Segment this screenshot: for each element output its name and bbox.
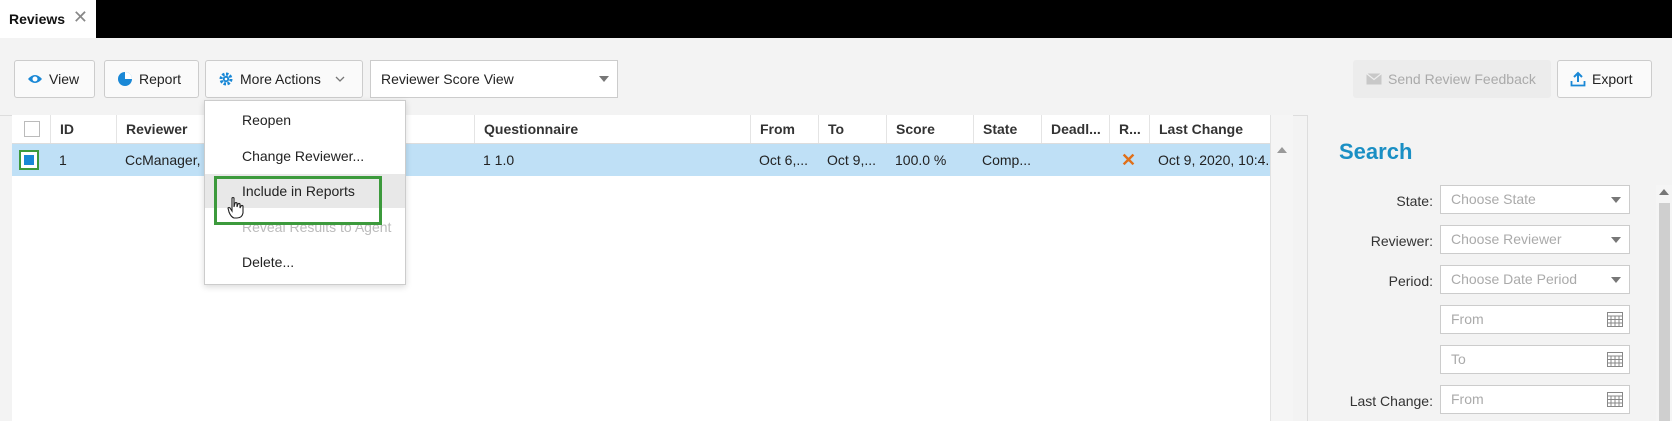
table-scrollbar[interactable] xyxy=(1270,115,1293,421)
last-change-label: Last Change: xyxy=(1349,393,1433,409)
period-to-placeholder: To xyxy=(1451,351,1466,367)
dropdown-caret-icon xyxy=(599,76,609,82)
select-all-checkbox[interactable] xyxy=(24,121,40,137)
cell-score: 100.0 % xyxy=(895,152,947,168)
cell-to: Oct 9,... xyxy=(827,152,877,168)
close-x-icon: ✕ xyxy=(1121,150,1137,170)
column-header-to[interactable]: To xyxy=(818,115,886,143)
dropdown-caret-icon xyxy=(1611,277,1621,283)
menu-item-change-reviewer[interactable]: Change Reviewer... xyxy=(205,139,405,173)
report-button[interactable]: Report xyxy=(104,60,199,98)
top-tab-bar xyxy=(0,0,1672,38)
cell-state: Comp... xyxy=(982,152,1032,168)
last-change-from-placeholder: From xyxy=(1451,391,1484,407)
cell-id: 1 xyxy=(59,152,67,168)
reviewer-select[interactable]: Choose Reviewer xyxy=(1440,225,1630,254)
last-change-from-field[interactable]: From xyxy=(1440,385,1630,414)
period-to-field[interactable]: To xyxy=(1440,345,1630,374)
calendar-icon[interactable] xyxy=(1607,312,1623,327)
column-header-deadline[interactable]: Deadl... xyxy=(1041,115,1109,143)
period-placeholder: Choose Date Period xyxy=(1451,271,1578,287)
hand-cursor-icon xyxy=(227,196,244,219)
table-row[interactable]: 1 CcManager, 1 1.0 Oct 6,... Oct 9,... 1… xyxy=(12,144,1282,176)
period-from-placeholder: From xyxy=(1451,311,1484,327)
reviewer-placeholder: Choose Reviewer xyxy=(1451,231,1562,247)
view-button-label: View xyxy=(49,71,80,87)
search-panel-scrollbar[interactable] xyxy=(1656,185,1672,421)
cell-reviewer: CcManager, xyxy=(125,152,201,168)
chevron-down-icon xyxy=(335,76,345,82)
calendar-icon[interactable] xyxy=(1607,392,1623,407)
reviewer-label: Reviewer: xyxy=(1370,233,1433,249)
cell-last-change: Oct 9, 2020, 10:4... xyxy=(1158,152,1278,168)
scroll-up-icon[interactable] xyxy=(1659,189,1669,195)
upload-icon xyxy=(1570,71,1586,87)
eye-icon xyxy=(28,75,42,83)
view-select[interactable]: Reviewer Score View xyxy=(370,60,618,98)
more-actions-button[interactable]: More Actions xyxy=(205,60,363,98)
more-actions-label: More Actions xyxy=(240,71,321,87)
scroll-up-icon[interactable] xyxy=(1277,147,1287,153)
menu-item-reopen[interactable]: Reopen xyxy=(205,103,405,137)
send-review-feedback-label: Send Review Feedback xyxy=(1388,71,1536,87)
state-select[interactable]: Choose State xyxy=(1440,185,1630,214)
cell-questionnaire: 1 1.0 xyxy=(483,152,515,168)
export-button-label: Export xyxy=(1592,71,1633,87)
column-header-questionnaire[interactable]: Questionnaire xyxy=(474,115,750,143)
reviews-table: ID Reviewer Questionnaire From To Score … xyxy=(12,115,1282,421)
column-header-score[interactable]: Score xyxy=(886,115,973,143)
scrollbar-thumb[interactable] xyxy=(1659,203,1670,421)
period-from-field[interactable]: From xyxy=(1440,305,1630,334)
period-label: Period: xyxy=(1388,273,1433,289)
cell-from: Oct 6,... xyxy=(759,152,809,168)
calendar-icon[interactable] xyxy=(1607,352,1623,367)
period-select[interactable]: Choose Date Period xyxy=(1440,265,1630,294)
view-button[interactable]: View xyxy=(14,60,95,98)
column-header-last-change[interactable]: Last Change xyxy=(1149,115,1282,143)
column-header-state[interactable]: State xyxy=(973,115,1041,143)
table-header: ID Reviewer Questionnaire From To Score … xyxy=(12,115,1282,144)
export-button[interactable]: Export xyxy=(1557,60,1652,98)
state-placeholder: Choose State xyxy=(1451,191,1536,207)
state-label: State: xyxy=(1396,193,1433,209)
more-actions-menu: Reopen Change Reviewer... Include in Rep… xyxy=(204,100,406,285)
report-button-label: Report xyxy=(139,71,182,87)
envelope-icon xyxy=(1366,73,1382,85)
menu-item-delete[interactable]: Delete... xyxy=(205,245,405,279)
pie-chart-icon xyxy=(118,72,132,86)
view-select-value: Reviewer Score View xyxy=(381,71,514,87)
tab-close-icon[interactable]: ✕ xyxy=(73,8,88,26)
row-checkbox[interactable] xyxy=(19,150,39,170)
dropdown-caret-icon xyxy=(1611,237,1621,243)
send-review-feedback-button[interactable]: Send Review Feedback xyxy=(1353,60,1551,98)
gear-icon xyxy=(219,72,233,86)
tab-reviews[interactable]: Reviews ✕ xyxy=(0,0,96,38)
column-header-from[interactable]: From xyxy=(750,115,818,143)
column-header-id[interactable]: ID xyxy=(50,115,116,143)
tab-reviews-label: Reviews xyxy=(9,11,66,27)
search-panel: Search State: Choose State Reviewer: Cho… xyxy=(1307,115,1672,421)
search-panel-title: Search xyxy=(1339,139,1413,164)
cell-deadline xyxy=(1041,144,1109,176)
column-header-r[interactable]: R... xyxy=(1109,115,1149,143)
dropdown-caret-icon xyxy=(1611,197,1621,203)
